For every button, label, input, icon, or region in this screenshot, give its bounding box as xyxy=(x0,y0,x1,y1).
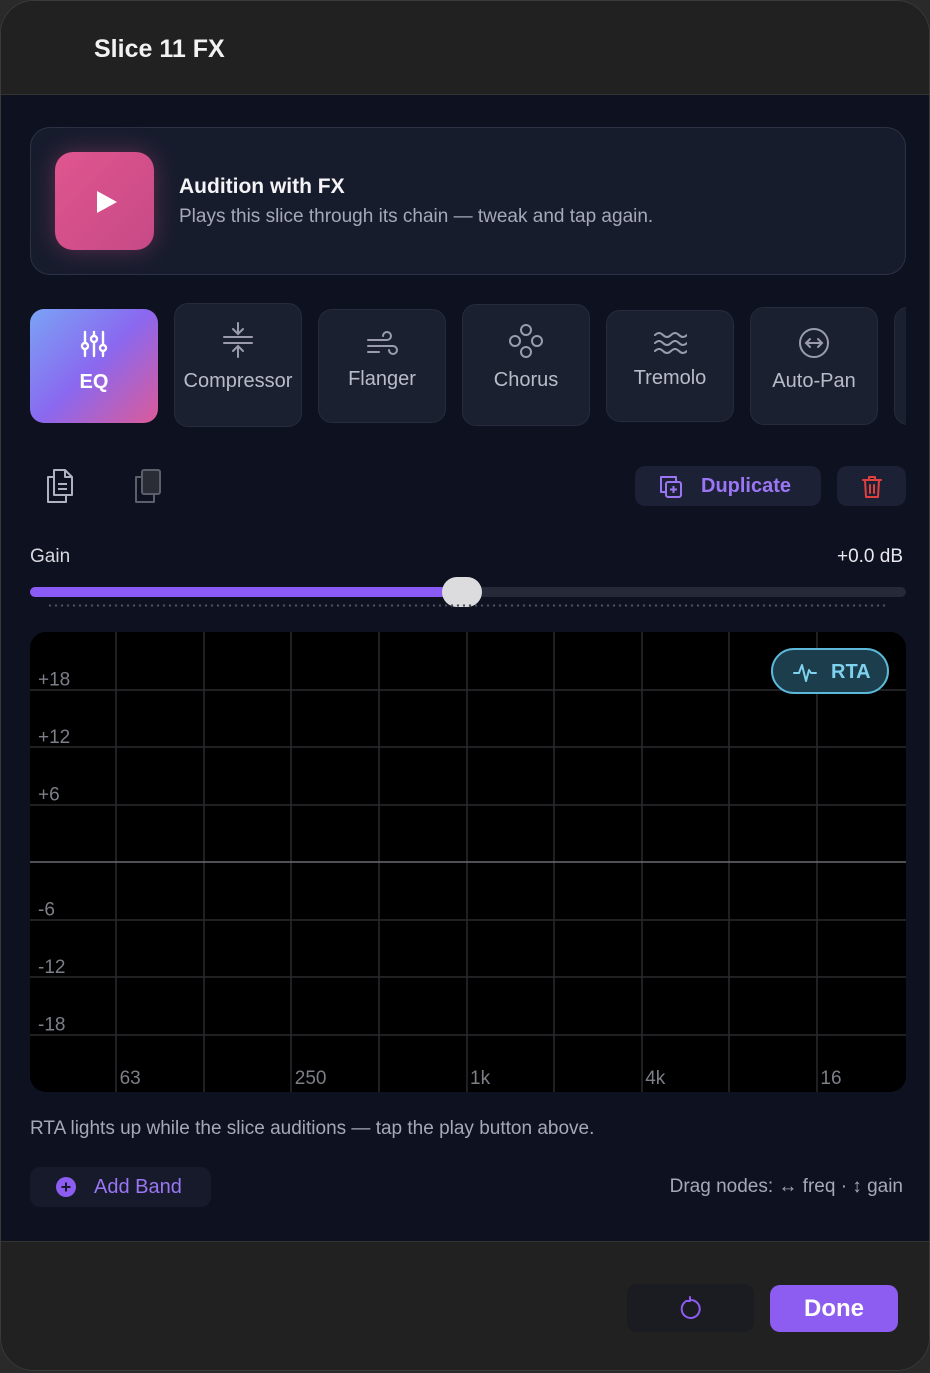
play-button[interactable] xyxy=(55,152,154,250)
rta-hint: RTA lights up while the slice auditions … xyxy=(30,1118,595,1139)
modal-footer: Done xyxy=(1,1241,929,1370)
chorus-icon xyxy=(463,323,589,359)
copy-icon[interactable] xyxy=(45,468,75,509)
fx-tabs: EQ Compressor Flanger Chorus Tremolo Aut… xyxy=(30,303,906,429)
gain-slider[interactable] xyxy=(30,577,906,607)
wind-icon xyxy=(319,330,445,360)
reset-button[interactable] xyxy=(627,1284,754,1332)
trash-icon xyxy=(861,475,883,504)
tab-label: Tremolo xyxy=(633,367,707,389)
eq-db-label: -18 xyxy=(38,1015,65,1036)
eq-db-label: +12 xyxy=(38,727,70,748)
waves-icon xyxy=(607,329,733,357)
audition-card: Audition with FX Plays this slice throug… xyxy=(30,127,906,275)
tab-label: Chorus xyxy=(493,369,559,391)
rta-label: RTA xyxy=(831,661,871,683)
tab-tremolo[interactable]: Tremolo xyxy=(606,310,734,422)
tab-chorus[interactable]: Chorus xyxy=(462,304,590,426)
paste-icon[interactable] xyxy=(133,468,163,509)
drag-hint: Drag nodes: ↔ freq · ↕ gain xyxy=(669,1176,903,1197)
tab-auto-pan[interactable]: Auto-Pan xyxy=(750,307,878,425)
auto-pan-icon xyxy=(751,326,877,360)
duplicate-icon xyxy=(659,475,683,505)
tab-flanger[interactable]: Flanger xyxy=(318,309,446,423)
compress-icon xyxy=(175,322,301,358)
eq-freq-label: 16 xyxy=(820,1068,841,1089)
tab-label: EQ xyxy=(79,371,109,393)
gain-value: +0.0 dB xyxy=(836,546,903,567)
tab-overflow[interactable] xyxy=(894,307,906,425)
audition-subtitle: Plays this slice through its chain — twe… xyxy=(179,206,654,227)
duplicate-button[interactable]: Duplicate xyxy=(635,466,821,506)
gain-slider-fill xyxy=(30,587,462,597)
fx-modal: Slice 11 FX Audition with FX Plays this … xyxy=(0,0,930,1371)
audition-title: Audition with FX xyxy=(179,175,345,198)
eq-freq-label: 250 xyxy=(295,1068,327,1089)
play-icon xyxy=(97,191,117,213)
eq-grid: +18 +12 +6 -6 -12 -18 63 250 1k 4k 16 xyxy=(30,632,906,1092)
tab-label: Compressor xyxy=(183,370,293,392)
eq-graph[interactable]: +18 +12 +6 -6 -12 -18 63 250 1k 4k 16 RTA xyxy=(30,632,906,1092)
rta-toggle[interactable]: RTA xyxy=(771,648,889,694)
eq-freq-label: 63 xyxy=(120,1068,141,1089)
reset-icon xyxy=(678,1296,702,1327)
modal-title: Slice 11 FX xyxy=(94,35,225,63)
duplicate-label: Duplicate xyxy=(701,475,792,497)
done-button[interactable]: Done xyxy=(770,1285,898,1332)
eq-db-label: +18 xyxy=(38,670,70,691)
gain-slider-ticks xyxy=(47,604,889,607)
delete-button[interactable] xyxy=(837,466,906,506)
tab-label: Auto-Pan xyxy=(772,370,856,392)
tab-compressor[interactable]: Compressor xyxy=(174,303,302,427)
add-band-button[interactable]: Add Band xyxy=(30,1167,211,1207)
eq-db-label: -6 xyxy=(38,900,55,921)
plus-circle-icon xyxy=(56,1177,76,1203)
eq-freq-label: 1k xyxy=(470,1068,491,1089)
eq-freq-label: 4k xyxy=(645,1068,666,1089)
eq-db-label: +6 xyxy=(38,785,60,806)
gain-label: Gain xyxy=(30,546,71,567)
gain-slider-thumb[interactable] xyxy=(442,577,482,607)
tab-label: Flanger xyxy=(348,368,416,390)
sliders-icon xyxy=(30,329,158,359)
eq-db-label: -12 xyxy=(38,957,65,978)
add-band-label: Add Band xyxy=(94,1176,182,1198)
tab-eq[interactable]: EQ xyxy=(30,309,158,423)
modal-header: Slice 11 FX xyxy=(1,1,929,95)
